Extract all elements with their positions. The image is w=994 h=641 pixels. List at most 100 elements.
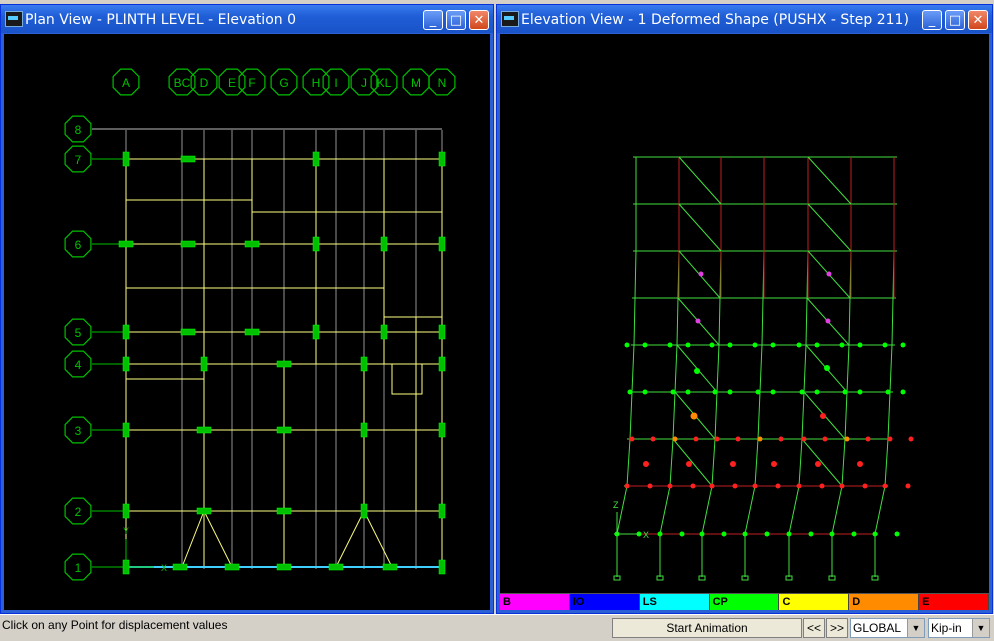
- brace-diagonal: [807, 156, 852, 205]
- chevron-down-icon[interactable]: ▼: [972, 619, 989, 637]
- close-icon[interactable]: ✕: [469, 10, 489, 30]
- column-marker: [438, 503, 446, 519]
- deformed-column: [744, 157, 765, 577]
- grid-label-y: 7: [75, 153, 82, 167]
- column-marker: [172, 563, 188, 571]
- units-select[interactable]: Kip-in ▼: [928, 618, 990, 638]
- plastic-hinge-marker: [690, 412, 698, 420]
- plastic-hinge-marker: [624, 342, 630, 348]
- plastic-hinge-marker: [679, 531, 685, 537]
- elevation-view-window[interactable]: Elevation View - 1 Deformed Shape (PUSHX…: [496, 4, 993, 614]
- plastic-hinge-marker: [709, 483, 715, 489]
- grid-label-y: 3: [75, 424, 82, 438]
- grid-label-x: A: [122, 76, 130, 90]
- plastic-hinge-marker: [752, 483, 758, 489]
- plastic-hinge-marker: [667, 342, 673, 348]
- plastic-hinge-marker: [685, 342, 691, 348]
- grid-label-x: H: [312, 76, 321, 90]
- plastic-hinge-marker: [894, 531, 900, 537]
- next-step-button[interactable]: >>: [826, 618, 848, 638]
- plastic-hinge-marker: [778, 436, 784, 442]
- plastic-hinge-marker: [808, 531, 814, 537]
- axis-x-label: X: [161, 563, 167, 573]
- column-marker: [122, 324, 130, 340]
- plastic-hinge-marker: [764, 531, 770, 537]
- plastic-hinge-marker: [667, 483, 673, 489]
- plastic-hinge-marker: [714, 436, 720, 442]
- legend-item-e: E: [919, 594, 989, 610]
- coordinate-system-select[interactable]: GLOBAL ▼: [850, 618, 925, 638]
- plastic-hinge-marker: [732, 483, 738, 489]
- column-marker: [312, 236, 320, 252]
- plastic-hinge-marker: [799, 389, 805, 395]
- grid-label-y: 2: [75, 505, 82, 519]
- previous-step-button[interactable]: <<: [803, 618, 825, 638]
- column-marker: [438, 422, 446, 438]
- status-bar: Click on any Point for displacement valu…: [0, 614, 994, 641]
- grid-label-x: I: [334, 76, 337, 90]
- deformed-column: [616, 157, 637, 577]
- column-marker: [438, 236, 446, 252]
- plastic-hinge-marker: [735, 436, 741, 442]
- legend-item-io: IO: [569, 594, 640, 610]
- plastic-hinge-marker: [872, 531, 878, 537]
- plastic-hinge-marker: [786, 531, 792, 537]
- deformed-column: [701, 157, 722, 577]
- hinge-state-legend: B IO LS CP C D E: [500, 593, 989, 610]
- plastic-hinge-marker: [695, 318, 701, 324]
- grid-label-x: F: [248, 76, 255, 90]
- plan-drawing[interactable]: A BC D E F G H I J KL M N 8 7 6 5 4 3 2 1 X Y: [4, 34, 490, 610]
- plastic-hinge-marker: [721, 531, 727, 537]
- elevation-view-title: Elevation View - 1 Deformed Shape (PUSHX…: [521, 12, 909, 28]
- maximize-icon[interactable]: □: [446, 10, 466, 30]
- plastic-hinge-marker: [752, 342, 758, 348]
- chevron-down-icon[interactable]: ▼: [907, 619, 924, 637]
- column-marker: [180, 240, 196, 248]
- plastic-hinge-marker: [814, 389, 820, 395]
- plastic-hinge-marker: [826, 271, 832, 277]
- deformed-shape-drawing[interactable]: XZ: [500, 34, 989, 596]
- column-marker: [180, 328, 196, 336]
- plastic-hinge-marker: [796, 342, 802, 348]
- plastic-hinge-marker: [839, 483, 845, 489]
- plastic-hinge-marker: [712, 389, 718, 395]
- plastic-hinge-marker: [857, 342, 863, 348]
- column-marker: [438, 559, 446, 575]
- axis-x-label: X: [643, 530, 649, 540]
- grid-label-x: KL: [377, 76, 392, 90]
- plan-view-window[interactable]: Plan View - PLINTH LEVEL - Elevation 0 _…: [0, 4, 494, 614]
- deformed-column: [788, 157, 809, 577]
- start-animation-button[interactable]: Start Animation: [612, 618, 802, 638]
- plastic-hinge-marker: [650, 436, 656, 442]
- maximize-icon[interactable]: □: [945, 10, 965, 30]
- deformed-column: [831, 157, 852, 577]
- brace-diagonal: [678, 203, 722, 252]
- minimize-icon[interactable]: _: [423, 10, 443, 30]
- plastic-hinge-marker: [851, 531, 857, 537]
- plastic-hinge-marker: [624, 483, 630, 489]
- plastic-hinge-marker: [699, 531, 705, 537]
- plastic-hinge-marker: [820, 413, 826, 419]
- plastic-hinge-marker: [685, 389, 691, 395]
- plan-view-titlebar[interactable]: Plan View - PLINTH LEVEL - Elevation 0 _…: [1, 5, 493, 33]
- plastic-hinge-marker: [814, 342, 820, 348]
- plastic-hinge-marker: [642, 389, 648, 395]
- plan-view-title: Plan View - PLINTH LEVEL - Elevation 0: [25, 12, 296, 28]
- plastic-hinge-marker: [698, 271, 704, 277]
- minimize-icon[interactable]: _: [922, 10, 942, 30]
- column-marker: [244, 240, 260, 248]
- plastic-hinge-marker: [882, 342, 888, 348]
- plastic-hinge-marker: [885, 389, 891, 395]
- elevation-view-titlebar[interactable]: Elevation View - 1 Deformed Shape (PUSHX…: [497, 5, 992, 33]
- column-marker: [118, 240, 134, 248]
- grid-label-y: 5: [75, 326, 82, 340]
- beam-line: [363, 510, 393, 568]
- plan-view-canvas[interactable]: A BC D E F G H I J KL M N 8 7 6 5 4 3 2 1 X Y: [4, 34, 490, 610]
- column-marker: [122, 151, 130, 167]
- close-icon[interactable]: ✕: [968, 10, 988, 30]
- brace-diagonal: [678, 156, 722, 205]
- plastic-hinge-marker: [819, 483, 825, 489]
- elevation-view-canvas[interactable]: XZ B IO LS CP C D E: [500, 34, 989, 610]
- plastic-hinge-marker: [839, 342, 845, 348]
- legend-item-d: D: [849, 594, 920, 610]
